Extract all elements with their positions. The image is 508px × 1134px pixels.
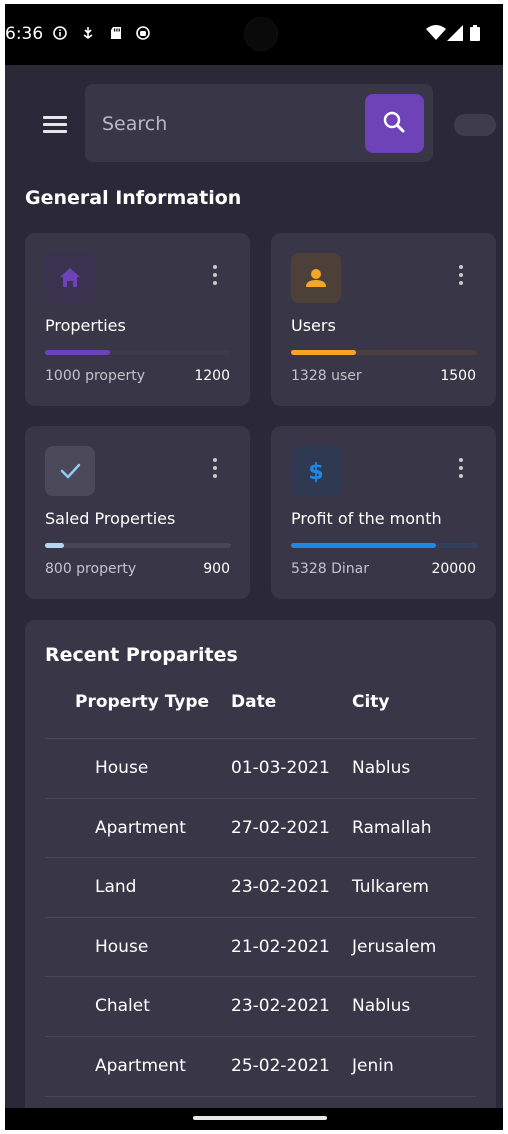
status-bar: 6:36: [5, 4, 503, 65]
progress-track: [45, 350, 231, 355]
cell-type: Land: [95, 877, 137, 897]
cell-type: House: [95, 758, 149, 778]
home-icon: [60, 268, 80, 287]
cell-city: Tulkarem: [352, 877, 429, 897]
dollar-icon: $: [308, 460, 323, 485]
cell-type: House: [95, 937, 149, 957]
icon-tile: [291, 253, 341, 303]
home-gesture-handle[interactable]: [193, 1116, 327, 1120]
signal-icon: [447, 25, 463, 41]
table-row[interactable]: House 21-02-2021 Jerusalem: [45, 917, 476, 977]
card-title: Users: [291, 316, 336, 335]
info-icon: [53, 26, 67, 40]
cell-type: Apartment: [95, 818, 186, 838]
card-total: 1500: [440, 368, 476, 384]
card-subtitle: 800 property: [45, 561, 137, 577]
icon-tile: $: [291, 446, 341, 496]
card-subtitle: 1328 user: [291, 368, 362, 384]
table-row[interactable]: Apartment 27-02-2021 Ramallah: [45, 798, 476, 858]
search-icon: [383, 111, 405, 133]
card-title: Properties: [45, 316, 126, 335]
section-title-general: General Information: [25, 187, 242, 209]
system-nav-bar: [5, 1108, 503, 1130]
cell-type: Chalet: [95, 996, 150, 1016]
svg-text:$: $: [308, 460, 323, 485]
menu-icon: [43, 116, 67, 119]
card-total: 20000: [431, 561, 476, 577]
cell-date: 25-02-2021: [231, 1056, 330, 1076]
search-bar: [85, 84, 433, 162]
cell-date: 27-02-2021: [231, 818, 330, 838]
more-options-icon[interactable]: [207, 265, 223, 289]
app-notification-icon: [136, 26, 150, 40]
cell-city: Nablus: [352, 758, 411, 778]
icon-tile: [45, 446, 95, 496]
card-subtitle: 1000 property: [45, 368, 146, 384]
column-header-city: City: [352, 692, 390, 712]
icon-tile: [45, 253, 95, 303]
stat-card-users[interactable]: Users 1328 user 1500: [271, 233, 496, 406]
card-subtitle: 5328 Dinar: [291, 561, 369, 577]
search-button[interactable]: [365, 94, 424, 153]
more-options-icon[interactable]: [207, 458, 223, 482]
theme-toggle[interactable]: [454, 114, 496, 136]
app-screen: 6:36 Search General Information Properti…: [5, 4, 503, 1130]
table-row[interactable]: Apartment 25-02-2021 Jenin: [45, 1036, 476, 1096]
cell-city: Jerusalem: [352, 937, 437, 957]
column-header-date: Date: [231, 692, 277, 712]
person-icon: [306, 269, 326, 287]
cell-date: 23-02-2021: [231, 996, 330, 1016]
battery-icon: [470, 25, 480, 41]
progress-track: [291, 543, 477, 548]
column-header-type: Property Type: [75, 692, 210, 712]
menu-button[interactable]: [40, 112, 70, 136]
table-row[interactable]: Land 23-02-2021 Tulkarem: [45, 857, 476, 917]
cell-city: Ramallah: [352, 818, 432, 838]
progress-track: [291, 350, 477, 355]
recent-properties-card: Recent Proparites Property Type Date Cit…: [25, 620, 496, 1130]
cell-type: Apartment: [95, 1056, 186, 1076]
front-camera: [245, 18, 277, 50]
status-time: 6:36: [5, 24, 44, 44]
progress-fill: [45, 543, 64, 548]
progress-fill: [45, 350, 111, 355]
cell-date: 01-03-2021: [231, 758, 330, 778]
cell-city: Nablus: [352, 996, 411, 1016]
card-title: Saled Properties: [45, 509, 176, 528]
check-icon: [60, 463, 81, 479]
progress-fill: [291, 350, 357, 355]
more-options-icon[interactable]: [453, 458, 469, 482]
table-header: Property Type Date City: [25, 692, 496, 736]
progress-fill: [291, 543, 437, 548]
stat-card-profit[interactable]: $ Profit of the month 5328 Dinar 20000: [271, 426, 496, 599]
usb-debug-icon: [83, 27, 93, 39]
table-row[interactable]: House 01-03-2021 Nablus: [45, 738, 476, 798]
sd-card-icon: [111, 27, 121, 39]
progress-track: [45, 543, 231, 548]
stat-card-properties[interactable]: Properties 1000 property 1200: [25, 233, 250, 406]
wifi-icon: [426, 25, 446, 40]
recent-properties-title: Recent Proparites: [45, 644, 238, 666]
stat-card-saled-properties[interactable]: Saled Properties 800 property 900: [25, 426, 250, 599]
card-total: 900: [203, 561, 230, 577]
more-options-icon[interactable]: [453, 265, 469, 289]
cell-date: 23-02-2021: [231, 877, 330, 897]
cell-city: Jenin: [352, 1056, 394, 1076]
table-row[interactable]: Chalet 23-02-2021 Nablus: [45, 976, 476, 1036]
card-title: Profit of the month: [291, 509, 442, 528]
card-total: 1200: [194, 368, 230, 384]
search-input[interactable]: [100, 108, 354, 140]
cell-date: 21-02-2021: [231, 937, 330, 957]
